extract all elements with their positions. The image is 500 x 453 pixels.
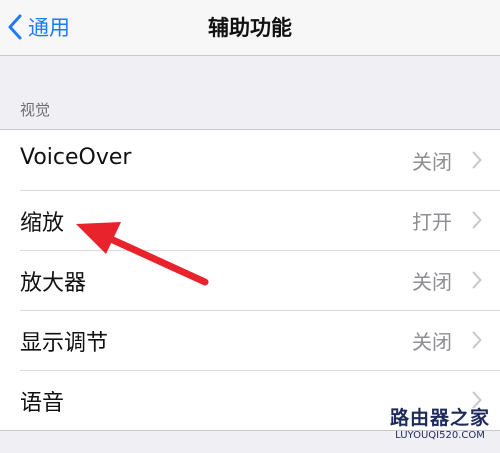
chevron-right-icon [472, 211, 482, 229]
row-value: 关闭 [412, 150, 452, 174]
watermark-logo: 路由器之家 LUYOUQI520.COM [386, 407, 494, 449]
row-value: 关闭 [412, 270, 452, 294]
accessibility-settings-screen: 通用 辅助功能 视觉 VoiceOver 关闭 缩放 打开 放大器 关闭 显示调… [0, 0, 500, 453]
row-zoom[interactable]: 缩放 打开 [0, 190, 500, 250]
row-value: 关闭 [412, 330, 452, 354]
watermark-url: LUYOUQI520.COM [395, 430, 485, 441]
settings-list: VoiceOver 关闭 缩放 打开 放大器 关闭 显示调节 关闭 语音 [0, 129, 500, 431]
row-label: 缩放 [20, 211, 65, 236]
row-magnifier[interactable]: 放大器 关闭 [0, 250, 500, 310]
row-display-accommodations[interactable]: 显示调节 关闭 [0, 310, 500, 370]
row-label: VoiceOver [20, 145, 132, 170]
row-label: 显示调节 [20, 331, 109, 356]
row-voiceover[interactable]: VoiceOver 关闭 [0, 130, 500, 190]
chevron-right-icon [472, 151, 482, 169]
chevron-right-icon [472, 271, 482, 289]
page-title: 辅助功能 [208, 16, 292, 40]
row-label: 语音 [20, 391, 65, 416]
navigation-bar: 通用 辅助功能 [0, 0, 500, 56]
watermark-site-name: 路由器之家 [389, 407, 490, 429]
chevron-right-icon [472, 331, 482, 349]
section-header-vision: 视觉 [20, 101, 51, 119]
row-value: 打开 [412, 210, 452, 234]
row-label: 放大器 [20, 271, 87, 296]
